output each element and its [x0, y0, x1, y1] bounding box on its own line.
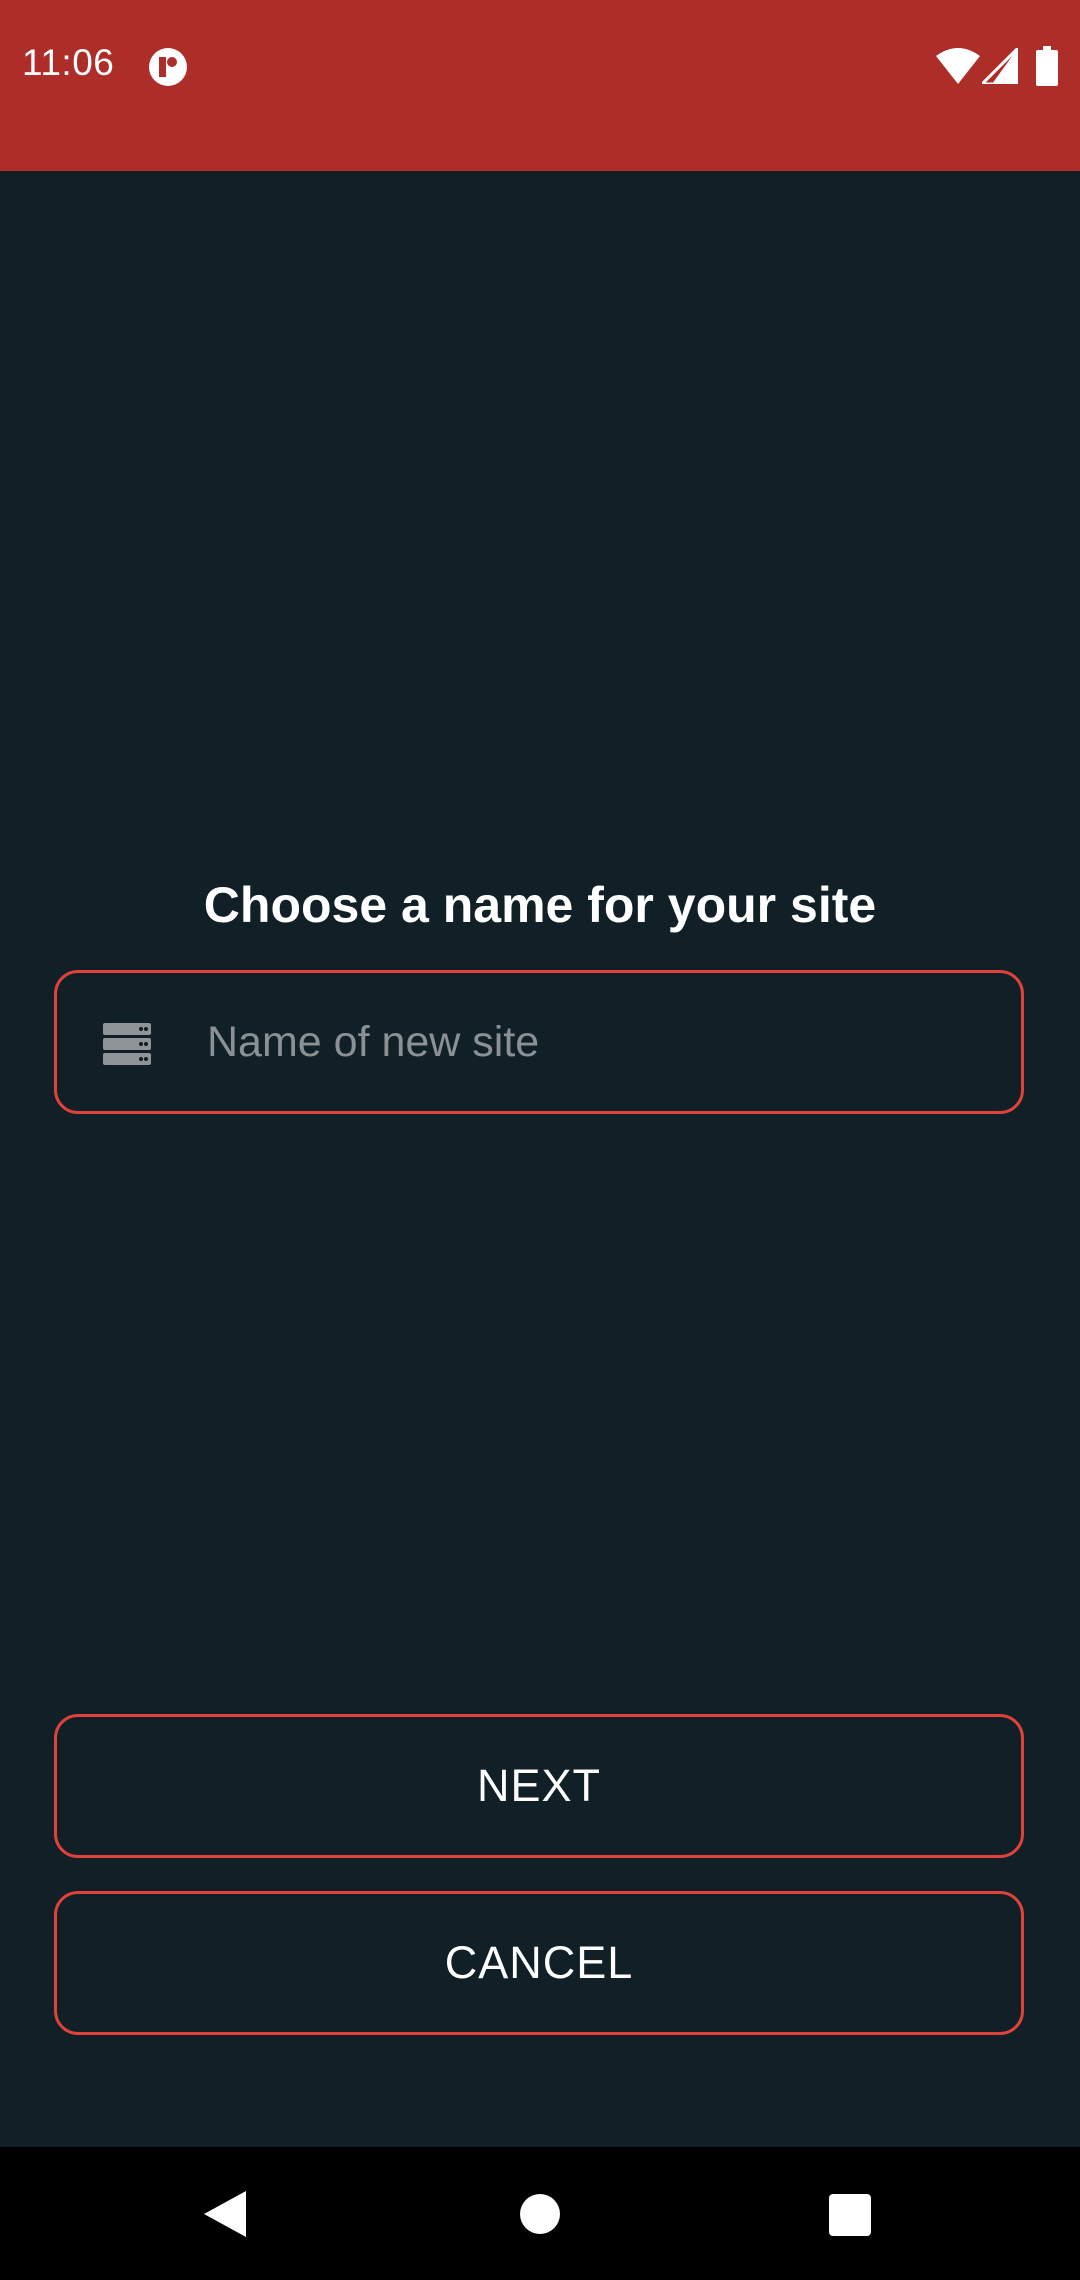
page-title: Choose a name for your site — [203, 877, 877, 933]
cell-signal-icon — [982, 48, 1018, 84]
screen: 11:06 Choose a name for your site Name o… — [0, 0, 1080, 2280]
wifi-icon — [936, 48, 980, 84]
next-button[interactable]: NEXT — [54, 1714, 1024, 1858]
site-name-field[interactable] — [54, 970, 1024, 1114]
navigation-bar — [0, 2147, 1080, 2280]
status-bar: 11:06 — [0, 0, 1080, 171]
server-icon — [103, 1023, 151, 1065]
app-notification-icon — [149, 48, 187, 86]
recents-icon[interactable] — [829, 2194, 871, 2236]
site-name-input[interactable] — [207, 973, 987, 1111]
status-time: 11:06 — [22, 42, 115, 83]
battery-icon — [1036, 46, 1058, 86]
cancel-button[interactable]: CANCEL — [54, 1891, 1024, 2035]
back-icon[interactable] — [204, 2191, 246, 2237]
home-icon[interactable] — [520, 2194, 560, 2234]
